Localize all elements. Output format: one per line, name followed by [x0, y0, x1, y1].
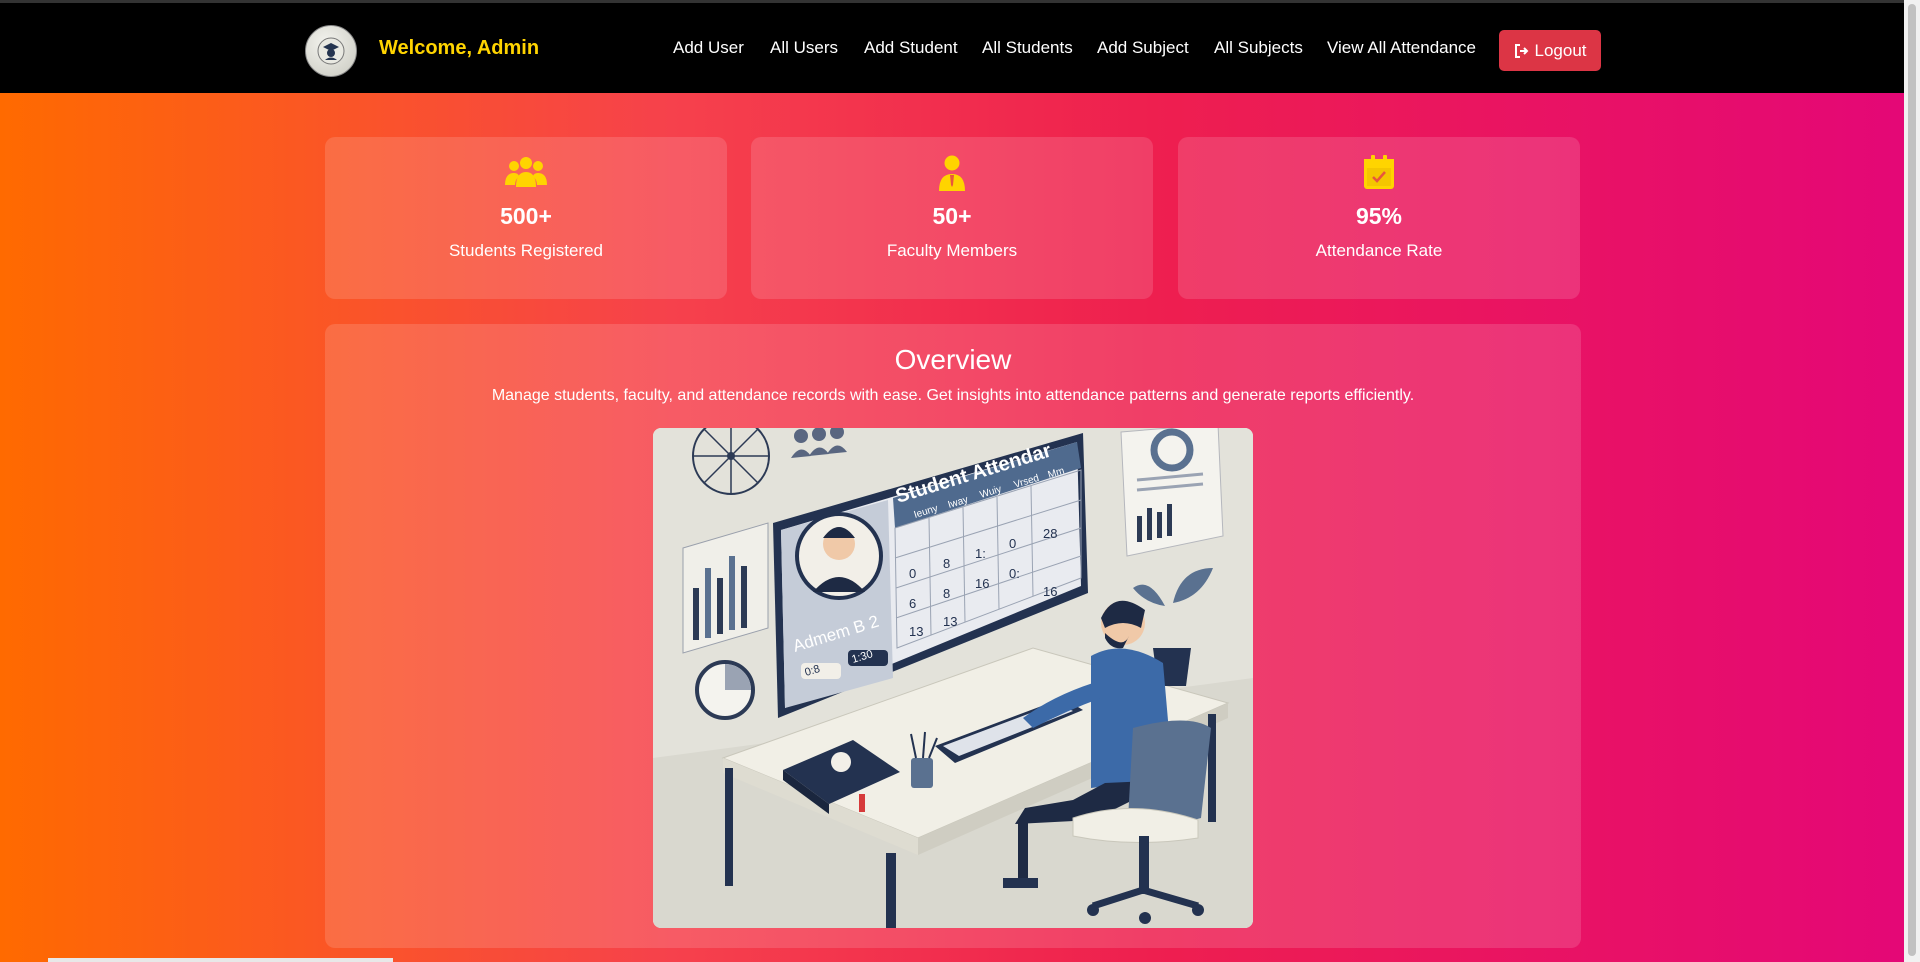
grid-cell: 16 — [975, 576, 989, 591]
stat-value: 500+ — [500, 203, 552, 229]
logout-label: Logout — [1534, 40, 1587, 60]
stat-label: Faculty Members — [886, 241, 1018, 260]
stat-card-students: 500+ Students Registered — [325, 137, 727, 299]
grid-cell: 6 — [909, 596, 916, 611]
logout-button[interactable]: Logout — [1499, 30, 1601, 71]
attendance-illustration: Student Attendar Admem B 2 0:8 1:30 Ieun… — [653, 428, 1253, 928]
faculty-person-icon — [939, 155, 965, 191]
stat-card-faculty: 50+ Faculty Members — [751, 137, 1153, 299]
nav-view-all-attendance[interactable]: View All Attendance — [1327, 38, 1476, 58]
grid-cell: 8 — [943, 586, 950, 601]
grid-cell: 16 — [1043, 584, 1057, 599]
stat-label: Attendance Rate — [1315, 241, 1443, 260]
stat-value: 50+ — [932, 203, 972, 229]
grid-cell: 28 — [1043, 526, 1057, 541]
grid-cell: 13 — [943, 614, 957, 629]
grid-cell: 13 — [909, 624, 923, 639]
overview-title: Overview — [894, 344, 1012, 375]
top-navbar: Welcome, Admin Add User All Users Add St… — [0, 0, 1904, 93]
horizontal-scrollbar[interactable] — [48, 958, 393, 962]
sign-out-icon — [1514, 43, 1528, 58]
grid-cell: 0: — [1009, 566, 1020, 581]
wall-clock-icon — [695, 660, 755, 720]
welcome-text: Welcome, Admin — [379, 37, 540, 59]
scrollbar-thumb[interactable] — [1908, 4, 1916, 956]
grid-cell: 0 — [1009, 536, 1016, 551]
grid-cell: 8 — [943, 556, 950, 571]
grid-cell: 0 — [909, 566, 916, 581]
calendar-check-icon — [1364, 155, 1394, 189]
report-poster-icon — [1120, 428, 1224, 557]
nav-all-subjects[interactable]: All Subjects — [1214, 38, 1303, 58]
grid-cell: 1: — [975, 546, 986, 561]
overview-description: Manage students, faculty, and attendance… — [491, 387, 1415, 404]
nav-add-user[interactable]: Add User — [673, 38, 744, 58]
nav-all-users[interactable]: All Users — [770, 38, 838, 58]
illustration-svg: Student Attendar Admem B 2 0:8 1:30 Ieun… — [653, 428, 1253, 928]
overview-card: Overview Manage students, faculty, and a… — [325, 324, 1581, 948]
stat-card-attendance: 95% Attendance Rate — [1178, 137, 1580, 299]
vertical-scrollbar[interactable] — [1904, 0, 1920, 962]
nav-add-subject[interactable]: Add Subject — [1097, 38, 1189, 58]
graduate-logo-icon — [317, 37, 345, 65]
logo[interactable] — [305, 25, 357, 77]
nav-all-students[interactable]: All Students — [982, 38, 1073, 58]
nav-add-student[interactable]: Add Student — [864, 38, 958, 58]
users-group-icon — [505, 157, 547, 187]
stat-value: 95% — [1355, 203, 1403, 229]
stat-label: Students Registered — [448, 241, 604, 260]
